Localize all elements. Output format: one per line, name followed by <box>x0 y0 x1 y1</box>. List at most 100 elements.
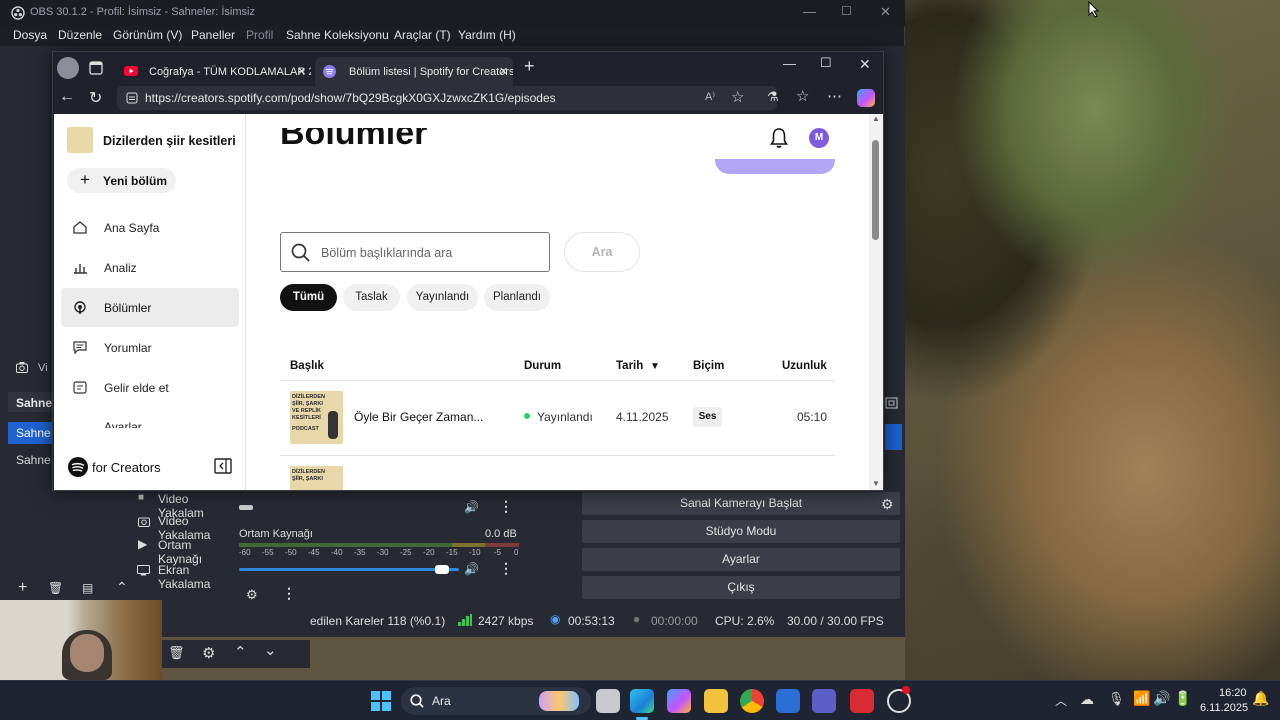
trash-icon[interactable]: 🗑 <box>48 581 63 595</box>
episode-title[interactable]: Öyle Bir Geçer Zaman... <box>354 410 483 424</box>
sidebar-item-yorumlar[interactable]: Yorumlar <box>73 338 213 358</box>
sidebar-item-analiz[interactable]: Analiz <box>73 258 213 278</box>
column-header-title[interactable]: Başlık <box>290 360 324 372</box>
page-scrollbar[interactable]: ▲ ▼ <box>869 114 883 490</box>
studio-mode-button[interactable]: Stüdyo Modu <box>582 520 900 543</box>
source-item[interactable]: ▶ Ortam Kaynağı <box>130 537 235 566</box>
search-button[interactable]: Ara <box>564 232 640 272</box>
mixer-menu-icon[interactable]: ⋮ <box>282 585 296 602</box>
edge-icon[interactable] <box>630 689 654 713</box>
extensions-icon[interactable]: ⚗ <box>767 89 779 105</box>
notifications-bell-icon[interactable] <box>769 127 789 149</box>
favorites-icon[interactable]: ☆ <box>796 87 809 105</box>
chevron-up-icon[interactable]: ⌃ <box>116 579 128 596</box>
filter-taslak[interactable]: Taslak <box>343 284 400 311</box>
maximize-icon[interactable]: ☐ <box>841 4 852 18</box>
chevron-down-icon[interactable]: ⌄ <box>264 641 277 659</box>
minimize-icon[interactable]: — <box>803 4 816 19</box>
scroll-down-icon[interactable]: ▼ <box>872 479 880 488</box>
sidebar-item-ana-sayfa[interactable]: Ana Sayfa <box>73 218 213 238</box>
read-aloud-icon[interactable]: A⁾ <box>705 90 715 103</box>
source-item[interactable]: Ekran Yakalama <box>130 563 235 591</box>
sort-desc-icon[interactable]: ▼ <box>650 361 660 372</box>
exit-button[interactable]: Çıkış <box>582 576 900 599</box>
dock-undock-icon[interactable] <box>885 396 903 414</box>
file-explorer-icon[interactable] <box>704 689 728 713</box>
copilot-icon[interactable] <box>667 689 691 713</box>
settings-button[interactable]: Ayarlar <box>582 548 900 571</box>
speaker-icon[interactable]: 🔊 <box>464 500 479 514</box>
browser-tab[interactable]: Coğrafya - TÜM KODLAMALAR 2( ✕ <box>115 57 311 86</box>
collapse-sidebar-icon[interactable] <box>214 458 232 474</box>
menu-yardim[interactable]: Yardım (H) <box>458 28 516 42</box>
new-tab-icon[interactable]: + <box>524 56 535 77</box>
table-row[interactable]: DİZİLERDEN ŞİİR, ŞARKI VE REPLİK KESİTLE… <box>280 381 835 455</box>
favorite-star-icon[interactable]: ☆ <box>731 88 744 106</box>
more-options-icon[interactable]: ⋮ <box>499 498 513 515</box>
notification-bell-icon[interactable]: 🔔 <box>1252 690 1269 707</box>
new-episode-button[interactable]: + Yeni bölüm <box>67 168 176 193</box>
new-episode-cta-partial[interactable] <box>715 159 835 174</box>
sidebar-item-bolumler-active[interactable]: Bölümler <box>61 288 239 327</box>
close-icon[interactable]: ✕ <box>859 56 871 73</box>
volume-slider[interactable] <box>239 565 459 574</box>
trash-icon[interactable]: 🗑 <box>168 645 185 661</box>
taskbar-search-box[interactable]: Ara <box>401 687 591 715</box>
column-header-format[interactable]: Biçim <box>693 360 724 372</box>
show-title[interactable]: Dizilerden şiir kesitleri <box>103 134 236 148</box>
scroll-up-icon[interactable]: ▲ <box>872 114 880 123</box>
site-info-icon[interactable] <box>126 92 138 104</box>
clock-date[interactable]: 6.11.2025 <box>1200 702 1248 714</box>
user-avatar[interactable]: M <box>809 128 829 148</box>
scrollbar-thumb[interactable] <box>872 140 879 240</box>
more-icon[interactable]: ⋯ <box>827 87 842 105</box>
volume-icon[interactable]: 🔊 <box>1153 690 1170 707</box>
back-icon[interactable]: ← <box>59 88 75 106</box>
column-header-length[interactable]: Uzunluk <box>782 360 827 372</box>
sidebar-item-ayarlar[interactable]: Ayarlar <box>73 418 213 428</box>
chevron-up-icon[interactable]: ⌃ <box>234 643 247 661</box>
filter-planlandi[interactable]: Planlandı <box>484 284 550 311</box>
more-options-icon[interactable]: ⋮ <box>499 560 513 577</box>
task-view-icon[interactable] <box>596 689 620 713</box>
clock-time[interactable]: 16:20 <box>1219 687 1247 699</box>
scene-settings-icon[interactable]: ⚙ <box>202 644 215 662</box>
add-icon[interactable]: + <box>18 579 27 597</box>
wifi-icon[interactable]: 📶 <box>1133 690 1150 707</box>
teams-icon[interactable] <box>812 689 836 713</box>
properties-icon[interactable]: ▤ <box>82 581 93 595</box>
minimize-icon[interactable]: — <box>783 56 796 71</box>
copilot-icon[interactable] <box>857 89 875 107</box>
mixer-slider-thumb[interactable] <box>239 505 253 510</box>
column-header-date[interactable]: Tarih <box>616 360 643 372</box>
filter-yayinlandi[interactable]: Yayınlandı <box>407 284 478 311</box>
source-item[interactable]: Video Yakalama <box>130 514 235 542</box>
show-hidden-icons-icon[interactable]: ︿ <box>1055 692 1067 709</box>
battery-icon[interactable]: 🔋 <box>1174 690 1191 707</box>
browser-tab-active[interactable]: Bölüm listesi | Spotify for Creators ✕ <box>315 57 513 86</box>
mixer-settings-icon[interactable]: ⚙ <box>246 587 258 603</box>
tab-actions-icon[interactable] <box>89 61 103 75</box>
start-virtual-camera-button[interactable]: Sanal Kamerayı Başlat <box>582 492 900 515</box>
source-item[interactable]: ■ Video Yakalam <box>130 492 235 520</box>
microphone-icon[interactable]: 🎙 <box>1108 691 1125 707</box>
menu-gorunum[interactable]: Görünüm (V) <box>113 28 182 42</box>
close-tab-icon[interactable]: ✕ <box>297 65 306 78</box>
menu-profil[interactable]: Profil <box>246 28 273 42</box>
speaker-icon[interactable]: 🔊 <box>464 562 479 576</box>
menu-paneller[interactable]: Paneller <box>191 28 235 42</box>
refresh-icon[interactable]: ↻ <box>89 88 102 108</box>
menu-araclar[interactable]: Araçlar (T) <box>394 28 451 42</box>
menu-dosya[interactable]: Dosya <box>13 28 47 42</box>
store-icon[interactable] <box>776 689 800 713</box>
windows-start-icon[interactable] <box>371 691 391 711</box>
sidebar-item-gelir-elde-et[interactable]: Gelir elde et <box>73 378 213 398</box>
episode-search-input[interactable]: Bölüm başlıklarında ara <box>280 232 550 272</box>
volume-slider-thumb[interactable] <box>434 565 449 574</box>
chrome-icon[interactable] <box>740 689 764 713</box>
address-bar[interactable]: https://creators.spotify.com/pod/show/7b… <box>117 86 777 110</box>
filter-tumu[interactable]: Tümü <box>280 284 337 311</box>
winrar-icon[interactable] <box>850 689 874 713</box>
onedrive-icon[interactable]: ☁ <box>1080 691 1094 708</box>
url-text[interactable]: https://creators.spotify.com/pod/show/7b… <box>145 91 556 105</box>
